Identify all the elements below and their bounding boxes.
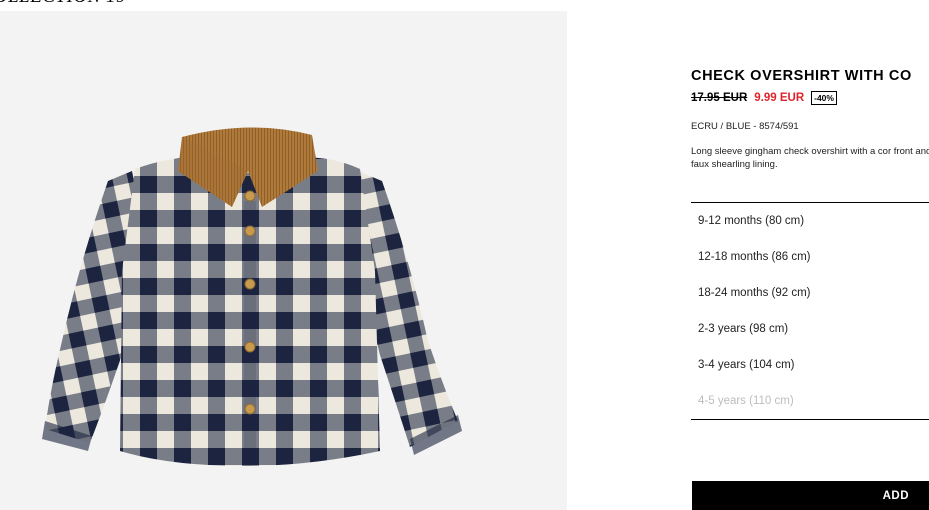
- size-option-12-18-months[interactable]: 12-18 months (86 cm): [691, 239, 929, 275]
- size-option-4-5-years: 4-5 years (110 cm): [698, 395, 794, 407]
- product-image: [0, 11, 567, 510]
- color-reference: ECRU / BLUE - 8574/591: [691, 121, 799, 132]
- size-selector: 9-12 months (80 cm) 12-18 months (86 cm)…: [691, 202, 929, 420]
- product-details: CHECK OVERSHIRT WITH CO 17.95 EUR 9.99 E…: [691, 0, 929, 510]
- size-option-18-24-months[interactable]: 18-24 months (92 cm): [691, 275, 929, 311]
- size-option-9-12-months[interactable]: 9-12 months (80 cm): [691, 203, 929, 239]
- size-option-3-4-years[interactable]: 3-4 years (104 cm): [691, 347, 929, 383]
- collection-heading: OLLECTION 19: [0, 0, 126, 8]
- sale-price: 9.99 EUR: [754, 92, 805, 104]
- product-title: CHECK OVERSHIRT WITH CO: [691, 68, 912, 84]
- product-image-panel[interactable]: [0, 11, 567, 510]
- size-option-2-3-years[interactable]: 2-3 years (98 cm): [691, 311, 929, 347]
- price-row: 17.95 EUR 9.99 EUR -40%: [691, 91, 837, 105]
- old-price: 17.95 EUR: [691, 92, 748, 104]
- add-to-cart-button[interactable]: ADD: [692, 481, 929, 510]
- product-description: Long sleeve gingham check overshirt with…: [691, 146, 929, 170]
- discount-badge: -40%: [811, 91, 837, 105]
